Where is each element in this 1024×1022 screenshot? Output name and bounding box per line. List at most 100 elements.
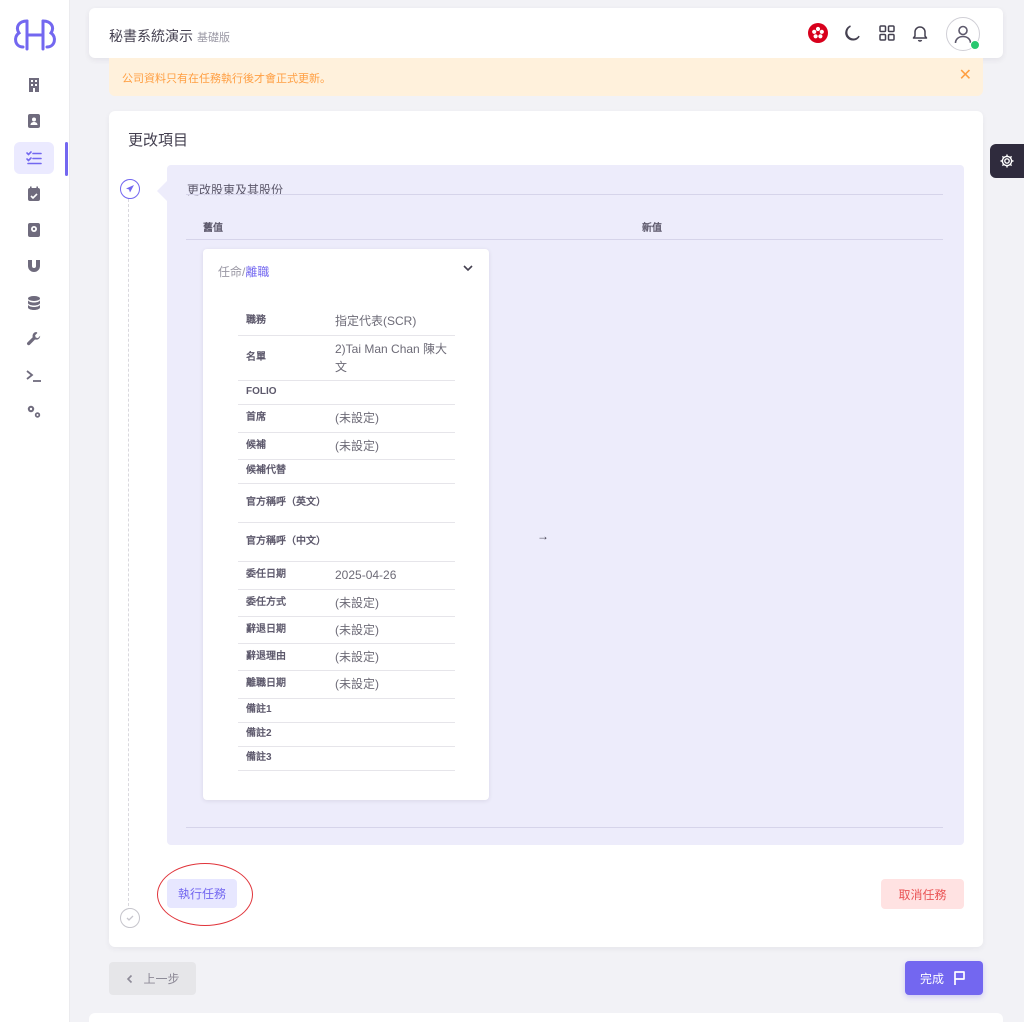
sidebar-item-settings[interactable] xyxy=(14,396,54,428)
bell-icon xyxy=(912,26,928,42)
detail-value xyxy=(327,483,455,523)
sidebar-item-companies[interactable] xyxy=(14,69,54,101)
sidebar-item-magnet[interactable] xyxy=(14,250,54,282)
chevron-left-icon xyxy=(127,974,133,983)
detail-key: 職務 xyxy=(238,308,327,336)
detail-key: 備註3 xyxy=(238,746,327,771)
detail-row: 名單 2)Tai Man Chan 陳大文 xyxy=(238,335,455,381)
user-avatar[interactable] xyxy=(946,17,980,51)
app-name: 秘書系統演示 xyxy=(109,28,193,44)
detail-key: 備註2 xyxy=(238,722,327,747)
sidebar-item-tasks[interactable] xyxy=(14,142,54,174)
detail-key: 首席 xyxy=(238,404,327,433)
detail-row: 備註3 xyxy=(238,746,455,771)
hong-kong-flag-icon xyxy=(808,23,828,43)
timeline-line xyxy=(128,199,129,911)
cancel-task-button[interactable]: 取消任務 xyxy=(881,879,964,909)
detail-key: 辭退理由 xyxy=(238,643,327,671)
theme-toggle[interactable] xyxy=(841,21,865,45)
finish-button[interactable]: 完成 xyxy=(905,961,983,995)
page-footer xyxy=(89,1013,1003,1022)
sidebar-item-database[interactable] xyxy=(14,287,54,319)
contacts-book-icon xyxy=(28,114,40,128)
detail-value: (未設定) xyxy=(327,404,455,433)
app-logo[interactable] xyxy=(9,15,61,55)
detail-key: 候補 xyxy=(238,432,327,460)
detail-value: (未設定) xyxy=(327,589,455,617)
detail-key: FOLIO xyxy=(238,380,327,405)
alert-text: 公司資料只有在任務執行後才會正式更新。 xyxy=(122,73,331,85)
detail-key: 備註1 xyxy=(238,698,327,723)
terminal-icon xyxy=(26,370,41,382)
change-section: 更改股東及其股份 舊值 新值 任命/離職 職務 指定代表(SCR) 名單 2)Tai … xyxy=(157,165,964,845)
detail-row: FOLIO xyxy=(238,380,455,405)
detail-value: 2)Tai Man Chan 陳大文 xyxy=(327,335,455,381)
divider xyxy=(186,194,943,195)
detail-key: 委任日期 xyxy=(238,561,327,590)
detail-value: 2025-04-26 xyxy=(327,561,455,590)
magnet-icon xyxy=(28,260,40,272)
change-items-card: 更改項目 更改股東及其股份 舊值 新值 任命/離職 職務 指定代表(SCR) 名單 2… xyxy=(109,111,983,947)
detail-row: 職務 指定代表(SCR) xyxy=(238,308,455,336)
detail-row: 備註1 xyxy=(238,698,455,723)
detail-value: (未設定) xyxy=(327,432,455,460)
gear-icon xyxy=(1000,154,1014,168)
detail-table: 職務 指定代表(SCR) 名單 2)Tai Man Chan 陳大文 FOLIO 首席 (未… xyxy=(238,308,455,771)
grid-icon xyxy=(879,25,895,41)
detail-value: (未設定) xyxy=(327,643,455,671)
detail-key: 候補代替 xyxy=(238,459,327,484)
detail-row: 候補 (未設定) xyxy=(238,432,455,460)
annotation-circle xyxy=(157,863,253,926)
language-button[interactable] xyxy=(806,21,830,45)
sidebar-item-tools[interactable] xyxy=(14,323,54,355)
alert-close-button[interactable]: ✕ xyxy=(959,66,972,86)
detail-row: 官方稱呼（英文） xyxy=(238,483,455,523)
detail-key: 官方稱呼（中文） xyxy=(238,522,327,562)
detail-value: 指定代表(SCR) xyxy=(327,308,455,336)
detail-value xyxy=(327,380,455,405)
info-alert: 公司資料只有在任務執行後才會正式更新。 ✕ xyxy=(109,58,983,96)
shortcuts-button[interactable] xyxy=(875,21,899,45)
building-icon xyxy=(29,78,39,92)
chevron-down-icon[interactable] xyxy=(461,261,475,275)
detail-key: 離職日期 xyxy=(238,670,327,699)
notifications-button[interactable] xyxy=(908,21,932,45)
detail-row: 候補代替 xyxy=(238,459,455,484)
detail-value xyxy=(327,698,455,723)
customizer-toggle[interactable] xyxy=(990,144,1024,178)
sidebar-item-registers[interactable] xyxy=(14,214,54,246)
cogs-icon xyxy=(27,405,41,418)
old-value-panel: 任命/離職 職務 指定代表(SCR) 名單 2)Tai Man Chan 陳大文 FOL… xyxy=(203,249,489,800)
detail-row: 官方稱呼（中文） xyxy=(238,522,455,562)
record-book-icon xyxy=(28,223,40,237)
divider xyxy=(186,827,943,828)
detail-value xyxy=(327,459,455,484)
flag-icon xyxy=(954,971,965,985)
detail-value xyxy=(327,522,455,562)
detail-row: 委任日期 2025-04-26 xyxy=(238,561,455,590)
sidebar-item-calendar[interactable] xyxy=(14,178,54,210)
check-circle-icon xyxy=(120,908,140,928)
detail-row: 離職日期 (未設定) xyxy=(238,670,455,699)
sidebar-item-terminal[interactable] xyxy=(14,360,54,392)
detail-row: 備註2 xyxy=(238,722,455,747)
back-button[interactable]: 上一步 xyxy=(109,962,196,995)
column-header-new: 新值 xyxy=(642,223,662,234)
section-title: 更改股東及其股份 xyxy=(187,183,284,197)
finish-label: 完成 xyxy=(919,971,944,986)
detail-row: 辭退日期 (未設定) xyxy=(238,616,455,644)
paper-plane-icon xyxy=(120,179,140,199)
panel-heading: 任命/離職 xyxy=(218,263,269,280)
top-header: 秘書系統演示 基礎版 xyxy=(89,8,1003,58)
column-header-old: 舊值 xyxy=(203,223,223,234)
sidebar-item-contacts[interactable] xyxy=(14,105,54,137)
detail-row: 辭退理由 (未設定) xyxy=(238,643,455,671)
heading-prefix: 任命/ xyxy=(218,265,246,279)
wrench-icon xyxy=(27,332,41,346)
moon-icon xyxy=(845,25,860,41)
sidebar xyxy=(0,0,70,1022)
app-edition: 基礎版 xyxy=(197,32,230,44)
heading-main: 離職 xyxy=(245,265,270,279)
detail-key: 委任方式 xyxy=(238,589,327,617)
card-title: 更改項目 xyxy=(128,132,189,149)
